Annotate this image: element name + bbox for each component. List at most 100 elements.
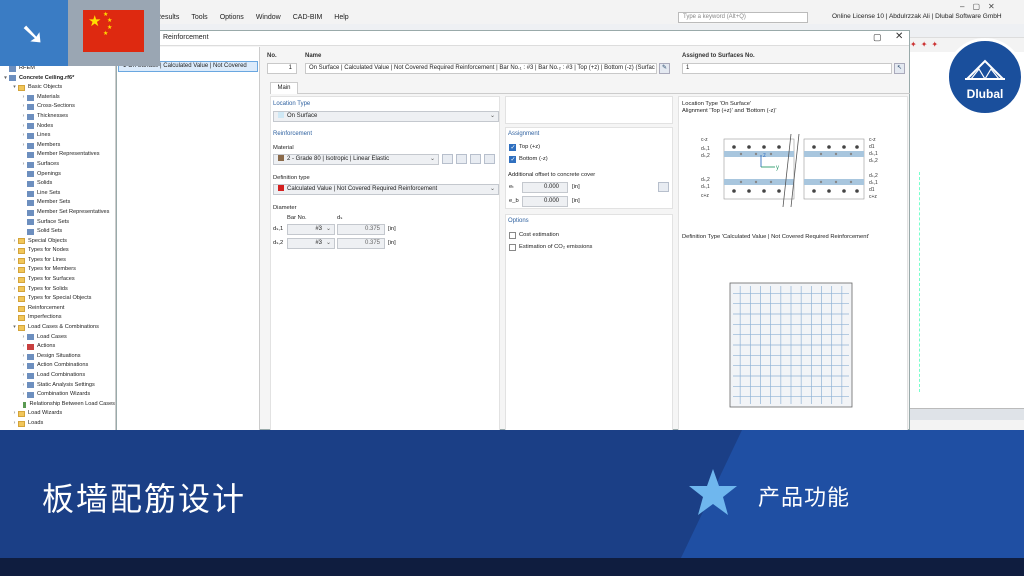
expand-toggle-icon[interactable]: › bbox=[11, 237, 18, 247]
tab-main[interactable]: Main bbox=[270, 82, 298, 94]
expand-toggle-icon[interactable]: › bbox=[20, 361, 27, 371]
bar-no-2-select[interactable]: #3 ⌄ bbox=[287, 238, 335, 249]
toolbar-icons-right[interactable]: ✦✦✦ bbox=[910, 40, 942, 49]
navigator-item[interactable]: Member Sets bbox=[0, 198, 115, 208]
navigator-item[interactable]: › Load Wizards bbox=[0, 409, 115, 419]
material-info-icon[interactable] bbox=[484, 154, 495, 164]
no-field[interactable]: 1 bbox=[267, 63, 297, 74]
navigator-item[interactable]: › Surfaces bbox=[0, 160, 115, 170]
expand-toggle-icon[interactable]: › bbox=[20, 112, 27, 122]
expand-toggle-icon[interactable]: › bbox=[20, 342, 27, 352]
navigator-item[interactable]: › Materials bbox=[0, 93, 115, 103]
navigator-item[interactable]: ▾ Concrete Ceiling.rf6* bbox=[0, 74, 115, 84]
cost-estimation-checkbox[interactable] bbox=[509, 232, 516, 239]
expand-toggle-icon[interactable]: › bbox=[20, 122, 27, 132]
flag-small-star-icon: ★ bbox=[107, 18, 113, 24]
navigator-item[interactable]: Member Representatives bbox=[0, 150, 115, 160]
navigator-item[interactable]: › Static Analysis Settings bbox=[0, 381, 115, 391]
navigator-item[interactable]: › Loads bbox=[0, 419, 115, 429]
expand-toggle-icon[interactable]: › bbox=[11, 409, 18, 419]
navigator-item[interactable]: › Types for Lines bbox=[0, 256, 115, 266]
menu-cad-bim[interactable]: CAD-BIM bbox=[287, 14, 329, 21]
navigator-item[interactable]: › Special Objects bbox=[0, 237, 115, 247]
offset-bottom-field[interactable]: 0.000 bbox=[522, 196, 568, 207]
expand-toggle-icon[interactable]: › bbox=[20, 131, 27, 141]
navigator-item[interactable]: › Members bbox=[0, 141, 115, 151]
offset-settings-icon[interactable] bbox=[658, 182, 669, 192]
co2-estimation-checkbox[interactable] bbox=[509, 244, 516, 251]
navigator-item[interactable]: ▾ Basic Objects bbox=[0, 83, 115, 93]
edit-material-icon[interactable] bbox=[470, 154, 481, 164]
expand-toggle-icon[interactable]: › bbox=[20, 93, 27, 103]
navigator-item[interactable]: › Design Situations bbox=[0, 352, 115, 362]
navigator-item[interactable]: › Types for Members bbox=[0, 265, 115, 275]
material-select[interactable]: 2 - Grade 80 | Isotropic | Linear Elasti… bbox=[273, 154, 439, 165]
new-material-icon[interactable] bbox=[456, 154, 467, 164]
menu-options[interactable]: Options bbox=[214, 14, 250, 21]
folder-icon bbox=[18, 267, 25, 274]
navigator-item[interactable]: Line Sets bbox=[0, 189, 115, 199]
expand-toggle-icon[interactable]: › bbox=[20, 141, 27, 151]
navigator-item[interactable]: › Thicknesses bbox=[0, 112, 115, 122]
navigator-item[interactable]: › Cross-Sections bbox=[0, 102, 115, 112]
expand-toggle-icon[interactable]: ▾ bbox=[2, 74, 9, 84]
navigator-item[interactable]: › Nodes bbox=[0, 122, 115, 132]
offset-top-field[interactable]: 0.000 bbox=[522, 182, 568, 193]
top-checkbox[interactable] bbox=[509, 144, 516, 151]
navigator-item[interactable]: Surface Sets bbox=[0, 218, 115, 228]
navigator-item[interactable]: › Combination Wizards bbox=[0, 390, 115, 400]
maximize-icon[interactable]: ▢ bbox=[873, 32, 882, 43]
expand-toggle-icon[interactable]: › bbox=[20, 381, 27, 391]
expand-toggle-icon[interactable]: › bbox=[11, 419, 18, 429]
expand-toggle-icon[interactable]: ▾ bbox=[11, 323, 18, 333]
navigator-item[interactable]: › Types for Nodes bbox=[0, 246, 115, 256]
expand-toggle-icon[interactable]: ▾ bbox=[11, 83, 18, 93]
expand-toggle-icon[interactable]: › bbox=[11, 285, 18, 295]
navigator-item[interactable]: ▾ Load Cases & Combinations bbox=[0, 323, 115, 333]
assigned-surfaces-field[interactable]: 1 bbox=[682, 63, 892, 74]
navigator-item[interactable]: Solids bbox=[0, 179, 115, 189]
navigator-item[interactable]: Member Set Representatives bbox=[0, 208, 115, 218]
menu-help[interactable]: Help bbox=[328, 14, 354, 21]
expand-toggle-icon[interactable]: › bbox=[20, 160, 27, 170]
location-type-select[interactable]: On Surface ⌄ bbox=[273, 111, 499, 122]
menu-window[interactable]: Window bbox=[250, 14, 287, 21]
navigator-item[interactable]: Imperfections bbox=[0, 313, 115, 323]
menu-tools[interactable]: Tools bbox=[185, 14, 213, 21]
navigator-item[interactable]: Openings bbox=[0, 170, 115, 180]
expand-toggle-icon[interactable]: › bbox=[20, 371, 27, 381]
navigator-item[interactable]: › Lines bbox=[0, 131, 115, 141]
navigator-item[interactable]: › Actions bbox=[0, 342, 115, 352]
navigator-item[interactable]: › Load Combinations bbox=[0, 371, 115, 381]
edit-name-button[interactable]: ✎ bbox=[659, 63, 670, 74]
expand-toggle-icon[interactable]: › bbox=[11, 265, 18, 275]
ds2-field[interactable]: 0.375 bbox=[337, 238, 385, 249]
material-library-icon[interactable] bbox=[442, 154, 453, 164]
name-field[interactable]: On Surface | Calculated Value | Not Cove… bbox=[305, 63, 657, 74]
expand-toggle-icon[interactable]: › bbox=[20, 102, 27, 112]
select-surfaces-button[interactable]: ↖ bbox=[894, 63, 905, 74]
bottom-checkbox[interactable] bbox=[509, 156, 516, 163]
navigator-item[interactable]: › Types for Surfaces bbox=[0, 275, 115, 285]
expand-toggle-icon[interactable]: › bbox=[20, 390, 27, 400]
bar-no-1-select[interactable]: #3 ⌄ bbox=[287, 224, 335, 235]
section-label-right-5: dₛ,2 bbox=[869, 173, 878, 179]
navigator-item[interactable]: Relationship Between Load Cases bbox=[0, 400, 115, 410]
language-flag[interactable]: ★ ★ ★ ★ ★ bbox=[68, 0, 160, 66]
expand-toggle-icon[interactable]: › bbox=[11, 294, 18, 304]
navigator-item[interactable]: › Types for Solids bbox=[0, 285, 115, 295]
navigator-item[interactable]: › Types for Special Objects bbox=[0, 294, 115, 304]
keyword-search-input[interactable]: Type a keyword (Alt+Q) bbox=[678, 12, 808, 23]
navigator-item[interactable]: Reinforcement bbox=[0, 304, 115, 314]
navigator-item[interactable]: Solid Sets bbox=[0, 227, 115, 237]
expand-toggle-icon[interactable]: › bbox=[11, 246, 18, 256]
expand-toggle-icon[interactable]: › bbox=[20, 352, 27, 362]
navigator-item[interactable]: › Action Combinations bbox=[0, 361, 115, 371]
expand-toggle-icon[interactable]: › bbox=[20, 333, 27, 343]
close-icon[interactable]: ✕ bbox=[895, 31, 903, 42]
definition-type-select[interactable]: Calculated Value | Not Covered Required … bbox=[273, 184, 499, 195]
expand-toggle-icon[interactable]: › bbox=[11, 275, 18, 285]
navigator-item[interactable]: › Load Cases bbox=[0, 333, 115, 343]
ds1-field[interactable]: 0.375 bbox=[337, 224, 385, 235]
expand-toggle-icon[interactable]: › bbox=[11, 256, 18, 266]
